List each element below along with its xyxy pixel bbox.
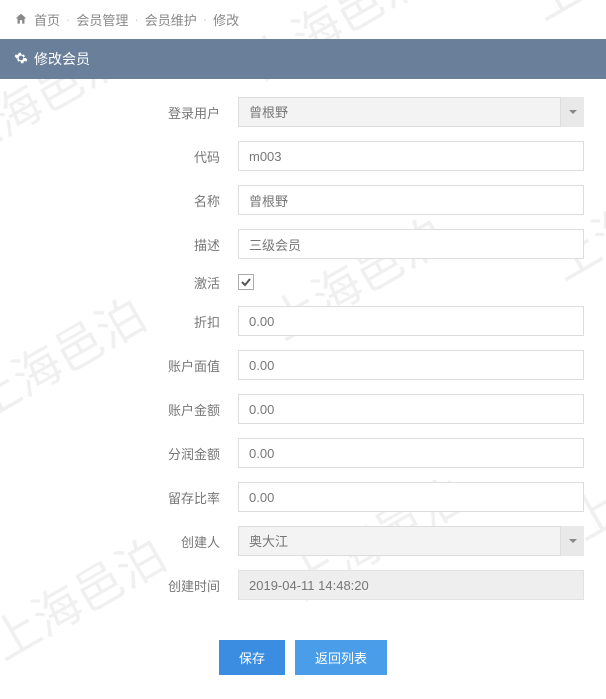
breadcrumb-level1[interactable]: 会员管理 [76,10,128,29]
label-code: 代码 [22,147,238,166]
label-creator: 创建人 [22,532,238,551]
active-checkbox[interactable] [238,274,254,290]
label-login-user: 登录用户 [22,103,238,122]
back-to-list-button[interactable]: 返回列表 [295,640,387,675]
creator-select[interactable]: 奥大江 [238,526,584,556]
panel-title: 修改会员 [34,49,90,69]
label-balance: 账户金额 [22,400,238,419]
save-button[interactable]: 保存 [219,640,285,675]
breadcrumb-level2[interactable]: 会员维护 [145,10,197,29]
label-retention: 留存比率 [22,488,238,507]
label-face-value: 账户面值 [22,356,238,375]
dividend-input[interactable] [238,438,584,468]
edit-member-form: 登录用户 曾根野 代码 名称 描述 [0,79,606,622]
home-icon [14,12,28,27]
label-name: 名称 [22,191,238,210]
label-active: 激活 [22,273,238,292]
label-created-at: 创建时间 [22,576,238,595]
panel-header: 修改会员 [0,39,606,79]
created-at-field: 2019-04-11 14:48:20 [238,570,584,600]
code-input[interactable] [238,141,584,171]
breadcrumb-home[interactable]: 首页 [34,10,60,29]
gear-icon [14,51,28,68]
label-discount: 折扣 [22,312,238,331]
desc-input[interactable] [238,229,584,259]
form-actions: 保存 返回列表 [0,622,606,699]
face-value-input[interactable] [238,350,584,380]
created-at-value: 2019-04-11 14:48:20 [249,578,369,593]
breadcrumb: 首页 · 会员管理 · 会员维护 · 修改 [0,0,606,39]
name-input[interactable] [238,185,584,215]
login-user-select[interactable]: 曾根野 [238,97,584,127]
retention-input[interactable] [238,482,584,512]
breadcrumb-separator: · [134,12,138,27]
breadcrumb-current: 修改 [213,10,239,29]
balance-input[interactable] [238,394,584,424]
discount-input[interactable] [238,306,584,336]
label-desc: 描述 [22,235,238,254]
breadcrumb-separator: · [66,12,70,27]
label-dividend: 分润金额 [22,444,238,463]
breadcrumb-separator: · [203,12,207,27]
